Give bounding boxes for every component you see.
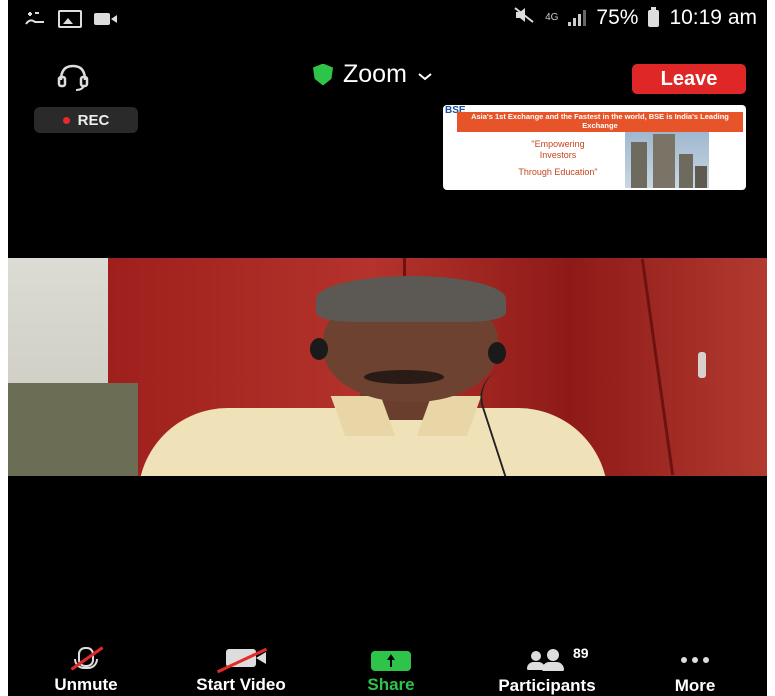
participant-hair xyxy=(316,276,506,322)
mute-icon xyxy=(513,6,535,30)
leave-button[interactable]: Leave xyxy=(632,64,746,94)
zoom-meeting-screen: 4G 75% 10:19 am Zoom Leave REC BSE Asia'… xyxy=(8,0,767,696)
clock-time: 10:19 am xyxy=(669,6,757,29)
status-bar: 4G 75% 10:19 am xyxy=(8,6,767,38)
participants-icon: 89 xyxy=(527,645,589,672)
recording-dot-icon xyxy=(62,116,70,124)
quote-line-3: Through Education" xyxy=(518,167,598,177)
battery-percent: 75% xyxy=(596,6,639,29)
meeting-top-bar: Zoom Leave xyxy=(8,58,767,98)
share-label: Share xyxy=(367,675,415,694)
chevron-down-icon xyxy=(417,60,433,89)
building-image xyxy=(625,132,709,188)
participants-count: 89 xyxy=(573,645,589,661)
meeting-title-dropdown[interactable]: Zoom xyxy=(313,60,433,89)
recording-label: REC xyxy=(77,111,110,129)
unmute-label: Unmute xyxy=(54,675,118,694)
signal-icon xyxy=(568,10,587,26)
more-dots-icon xyxy=(681,657,709,672)
unmute-button[interactable]: Unmute xyxy=(44,645,128,696)
cabinet-handle xyxy=(698,352,706,378)
video-camera-icon xyxy=(94,13,117,25)
shield-check-icon xyxy=(313,63,333,86)
more-label: More xyxy=(674,676,716,695)
participants-button[interactable]: 89 Participants xyxy=(478,645,616,696)
start-video-label: Start Video xyxy=(196,675,286,694)
recording-badge: REC xyxy=(34,107,138,133)
headset-audio-icon[interactable] xyxy=(56,62,90,92)
share-button[interactable]: Share xyxy=(356,645,426,696)
background-curtain xyxy=(8,383,138,476)
headset-earpiece xyxy=(310,338,328,360)
notification-icon xyxy=(24,10,46,28)
participant-video[interactable] xyxy=(8,258,767,476)
photo-icon xyxy=(58,10,82,28)
quote-line-2: Investors xyxy=(539,150,577,160)
more-button[interactable]: More xyxy=(660,645,730,696)
shared-screen-thumbnail[interactable]: BSE Asia's 1st Exchange and the Fastest … xyxy=(443,105,746,190)
slide-quote: "Empowering Investors Through Education" xyxy=(483,139,633,178)
right-border xyxy=(767,0,775,696)
share-screen-icon xyxy=(371,651,411,671)
network-type: 4G xyxy=(545,12,559,23)
participants-label: Participants xyxy=(498,676,596,695)
headset-earpiece xyxy=(488,342,506,364)
meeting-toolbar: Unmute Start Video Share 89 Participants… xyxy=(8,645,767,696)
app-frame: 4G 75% 10:19 am Zoom Leave REC BSE Asia'… xyxy=(0,0,775,696)
slide-banner: Asia's 1st Exchange and the Fastest in t… xyxy=(457,112,743,132)
quote-line-1: "Empowering xyxy=(531,139,585,149)
left-border xyxy=(0,0,8,696)
meeting-title: Zoom xyxy=(343,60,407,88)
start-video-button[interactable]: Start Video xyxy=(176,645,306,696)
participant-mustache xyxy=(364,370,444,384)
battery-icon xyxy=(648,6,660,27)
